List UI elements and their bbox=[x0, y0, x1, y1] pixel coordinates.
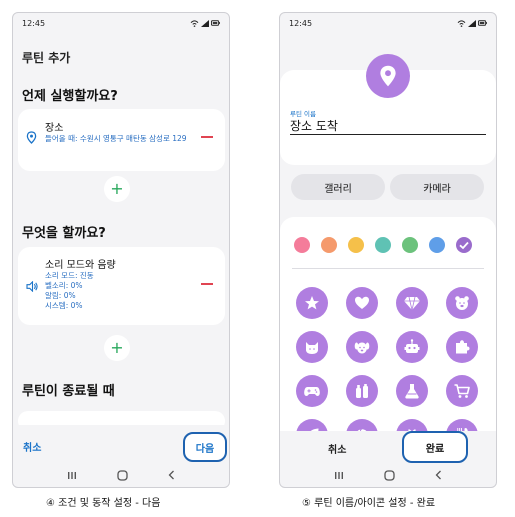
icon-option[interactable] bbox=[296, 287, 328, 319]
icon-option[interactable] bbox=[296, 375, 328, 407]
icon-option[interactable] bbox=[396, 331, 428, 363]
check-icon bbox=[459, 241, 469, 250]
icon-option[interactable] bbox=[446, 331, 478, 363]
done-button[interactable]: 완료 bbox=[402, 431, 468, 463]
add-action-button[interactable]: + bbox=[104, 335, 130, 361]
action-title: 소리 모드와 음량 bbox=[45, 260, 116, 271]
icon-option[interactable] bbox=[446, 375, 478, 407]
phone-screen-name-icon: 12:45 루틴 이름 갤러리 카메라 취소완료 bbox=[279, 12, 497, 488]
caption-step-4: ④ 조건 및 동작 설정 - 다음 bbox=[46, 498, 161, 509]
wifi-icon bbox=[457, 19, 466, 27]
bottles-icon bbox=[356, 384, 368, 398]
flask-icon bbox=[405, 384, 419, 399]
home-icon[interactable] bbox=[384, 469, 395, 481]
routine-name-input[interactable] bbox=[290, 117, 486, 135]
status-bar: 12:45 bbox=[280, 13, 496, 33]
cart-icon bbox=[454, 384, 470, 398]
robot-icon bbox=[404, 339, 420, 353]
color-swatch[interactable] bbox=[348, 237, 364, 253]
color-swatch[interactable] bbox=[429, 237, 445, 253]
camera-button[interactable]: 카메라 bbox=[390, 174, 484, 200]
condition-title: 장소 bbox=[45, 123, 64, 134]
action-detail-4: 시스템: 0% bbox=[45, 301, 83, 310]
navigation-bar bbox=[13, 463, 229, 487]
condition-detail: 들어올 때: 수원시 영통구 매탄동 삼성로 129 bbox=[45, 134, 187, 143]
selected-routine-icon[interactable] bbox=[366, 54, 410, 98]
icon-option[interactable] bbox=[396, 287, 428, 319]
status-bar: 12:45 bbox=[13, 13, 229, 33]
diamond-icon bbox=[404, 296, 420, 311]
location-pin-icon bbox=[380, 65, 396, 87]
what-heading: 무엇을 할까요? bbox=[22, 226, 106, 241]
palette-divider bbox=[292, 268, 484, 269]
color-swatch[interactable] bbox=[456, 237, 472, 253]
icon-option[interactable] bbox=[346, 287, 378, 319]
page-title: 루틴 추가 bbox=[22, 51, 71, 65]
icon-option[interactable] bbox=[396, 375, 428, 407]
next-button[interactable]: 다음 bbox=[183, 432, 227, 462]
cat-icon bbox=[306, 342, 318, 354]
home-icon[interactable] bbox=[117, 469, 128, 481]
signal-icon bbox=[201, 19, 209, 27]
bear-icon bbox=[455, 296, 469, 310]
gallery-button[interactable]: 갤러리 bbox=[291, 174, 385, 200]
back-icon[interactable] bbox=[168, 470, 175, 480]
navigation-bar bbox=[280, 463, 496, 487]
end-heading: 루틴이 종료될 때 bbox=[22, 384, 115, 399]
battery-icon bbox=[478, 20, 487, 26]
color-swatch[interactable] bbox=[402, 237, 418, 253]
star-icon bbox=[305, 296, 319, 310]
location-pin-icon bbox=[26, 129, 37, 148]
puzzle-icon bbox=[456, 340, 470, 354]
remove-condition-button[interactable] bbox=[201, 136, 213, 138]
icon-option[interactable] bbox=[346, 375, 378, 407]
status-time: 12:45 bbox=[22, 18, 46, 28]
color-swatch[interactable] bbox=[375, 237, 391, 253]
recents-icon[interactable] bbox=[67, 471, 77, 480]
cancel-button[interactable]: 취소 bbox=[23, 439, 41, 454]
action-detail-2: 벨소리: 0% bbox=[45, 281, 83, 290]
icon-option[interactable] bbox=[446, 287, 478, 319]
signal-icon bbox=[468, 19, 476, 27]
dog-icon bbox=[354, 342, 370, 354]
next-label: 다음 bbox=[195, 443, 215, 455]
heart-icon bbox=[355, 296, 369, 309]
action-detail-1: 소리 모드: 진동 bbox=[45, 271, 94, 280]
action-card[interactable]: 소리 모드와 음량 소리 모드: 진동 벨소리: 0% 알림: 0% 시스템: … bbox=[18, 247, 225, 325]
cancel-button[interactable]: 취소 bbox=[328, 441, 346, 456]
phone-screen-conditions: 12:45 루틴 추가 언제 실행할까요? 장소 들어올 때: 수원시 영통구 … bbox=[12, 12, 230, 488]
condition-card[interactable]: 장소 들어올 때: 수원시 영통구 매탄동 삼성로 129 bbox=[18, 109, 225, 171]
remove-action-button[interactable] bbox=[201, 283, 213, 285]
add-condition-button[interactable]: + bbox=[104, 176, 130, 202]
speaker-icon bbox=[26, 277, 39, 296]
caption-step-5: ⑤ 루틴 이름/아이콘 설정 - 완료 bbox=[302, 498, 436, 509]
when-heading: 언제 실행할까요? bbox=[22, 89, 118, 104]
icon-option[interactable] bbox=[296, 331, 328, 363]
color-swatch[interactable] bbox=[294, 237, 310, 253]
recents-icon[interactable] bbox=[334, 471, 344, 480]
color-swatch[interactable] bbox=[321, 237, 337, 253]
back-icon[interactable] bbox=[435, 470, 442, 480]
status-time: 12:45 bbox=[289, 18, 313, 28]
gamepad-icon bbox=[304, 387, 320, 396]
icon-option[interactable] bbox=[346, 331, 378, 363]
action-detail-3: 알림: 0% bbox=[45, 291, 76, 300]
wifi-icon bbox=[190, 19, 199, 27]
battery-icon bbox=[211, 20, 220, 26]
